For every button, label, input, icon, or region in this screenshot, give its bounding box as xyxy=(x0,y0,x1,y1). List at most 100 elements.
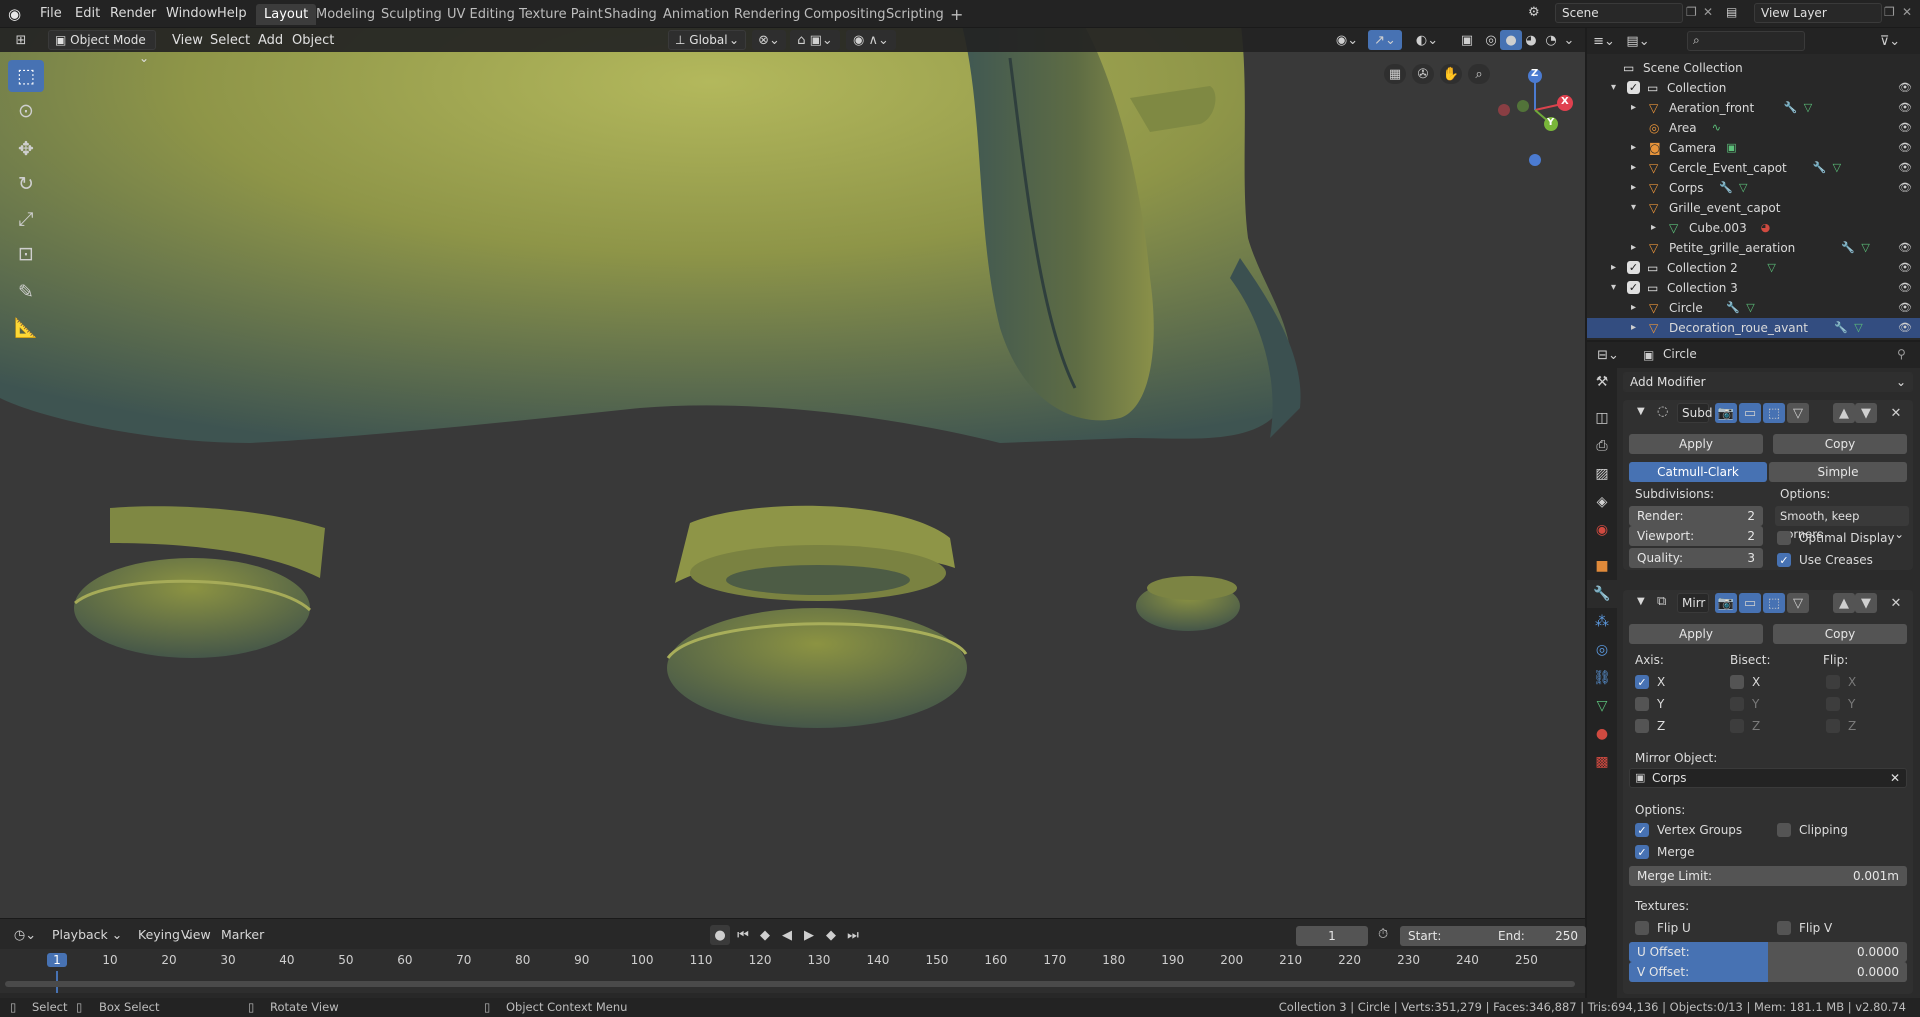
menu-edit[interactable]: Edit xyxy=(69,4,106,24)
outliner-row[interactable]: ▭ Scene Collection xyxy=(1587,58,1920,78)
output-tab-icon[interactable]: ⎙ xyxy=(1587,432,1617,460)
clipping-checkbox[interactable]: Clipping xyxy=(1777,822,1848,838)
transform-tool-icon[interactable]: ⊡ xyxy=(8,238,44,270)
flip-y-checkbox[interactable]: Y xyxy=(1826,696,1855,712)
flip-z-check[interactable] xyxy=(1826,719,1840,733)
viewport-menu-select[interactable]: Select xyxy=(204,31,256,51)
mirror-apply-button[interactable]: Apply xyxy=(1629,624,1763,644)
flip-z-checkbox[interactable]: Z xyxy=(1826,718,1856,734)
visibility-eye-icon[interactable]: 👁 xyxy=(1898,138,1912,158)
proportional-edit-icon[interactable]: ◉ ∧⌄ xyxy=(846,30,896,50)
modifier-icon[interactable]: 🔧 xyxy=(1719,178,1733,198)
overlays-icon[interactable]: ◐⌄ xyxy=(1410,30,1444,50)
move-down-icon[interactable]: ▼ xyxy=(1855,403,1877,423)
orientation-select[interactable]: ⊥ Global ⌄ xyxy=(668,30,746,50)
visibility-icon[interactable]: ◉⌄ xyxy=(1330,30,1364,50)
modifier-icon[interactable]: 🔧 xyxy=(1834,318,1848,338)
display-mode-icon[interactable]: ▤⌄ xyxy=(1626,31,1649,51)
navigation-gizmo[interactable]: Z X Y xyxy=(1490,62,1580,172)
viewport-menu-add[interactable]: Add xyxy=(252,31,289,51)
visibility-eye-icon[interactable]: 👁 xyxy=(1898,78,1912,98)
view-layer-icon[interactable]: ▤ xyxy=(1726,5,1737,19)
render-levels-field[interactable]: Render: 2 xyxy=(1629,506,1763,526)
filter-icon[interactable]: ⊽⌄ xyxy=(1875,31,1905,51)
v-offset-field[interactable]: V Offset: 0.0000 xyxy=(1629,962,1907,982)
xray-icon[interactable]: ▣ xyxy=(1456,30,1478,50)
flip-u-check[interactable] xyxy=(1635,921,1649,935)
flip-x-check[interactable] xyxy=(1826,675,1840,689)
render-tab-icon[interactable]: ◫ xyxy=(1587,404,1617,432)
menu-help[interactable]: Help xyxy=(211,4,253,24)
quality-field[interactable]: Quality: 3 xyxy=(1629,548,1763,568)
gizmo-toggle-icon[interactable]: ↗⌄ xyxy=(1368,30,1402,50)
tool-tab-icon[interactable]: ⚒ xyxy=(1587,368,1617,396)
mesh-data-icon[interactable]: ▽ xyxy=(1804,98,1812,118)
visibility-eye-icon[interactable]: 👁 xyxy=(1898,238,1912,258)
viewport-menu-view[interactable]: View xyxy=(166,31,209,51)
jump-start-icon[interactable]: ⏮ xyxy=(734,925,752,945)
end-frame-field[interactable]: End: 250 xyxy=(1490,926,1586,946)
next-keyframe-icon[interactable]: ◆ xyxy=(822,925,840,945)
modifier-icon[interactable]: 🔧 xyxy=(1726,298,1740,318)
outliner-search-input[interactable] xyxy=(1687,31,1805,51)
remove-modifier-icon[interactable]: ✕ xyxy=(1885,403,1907,423)
viewport-levels-field[interactable]: Viewport: 2 xyxy=(1629,526,1763,546)
editor-type-icon[interactable]: ⊞ xyxy=(10,30,32,50)
view-layer-tab-icon[interactable]: ▨ xyxy=(1587,460,1617,488)
shading-options-icon[interactable]: ⌄ xyxy=(1560,30,1578,50)
bisect-y-checkbox[interactable]: Y xyxy=(1730,696,1759,712)
wireframe-shading-icon[interactable]: ◎ xyxy=(1480,30,1502,50)
merge-checkbox[interactable]: ✓ Merge xyxy=(1635,844,1694,860)
snap-icon[interactable]: ⌂ ▣⌄ xyxy=(790,30,840,50)
modifier-icon[interactable]: 🔧 xyxy=(1841,238,1855,258)
simple-button[interactable]: Simple xyxy=(1769,462,1907,482)
outliner-row[interactable]: ▸ ▽ Corps 🔧 ▽ 👁 xyxy=(1587,178,1920,198)
scene-tab-icon[interactable]: ◈ xyxy=(1587,488,1617,516)
timeline-menu-view[interactable]: View xyxy=(181,927,211,942)
zoom-icon[interactable]: ⌕ xyxy=(1468,64,1490,84)
measure-tool-icon[interactable]: 📐 xyxy=(8,311,44,343)
camera-data-icon[interactable]: ▣ xyxy=(1726,138,1736,158)
grid-view-icon[interactable]: ▦ xyxy=(1384,64,1406,84)
expand-arrow-icon[interactable]: ▸ xyxy=(1611,258,1616,278)
jump-end-icon[interactable]: ⏭ xyxy=(844,925,862,945)
render-toggle-icon[interactable]: 📷 xyxy=(1715,593,1737,613)
visibility-eye-icon[interactable]: 👁 xyxy=(1898,278,1912,298)
bisect-z-checkbox[interactable]: Z xyxy=(1730,718,1760,734)
annotate-tool-icon[interactable]: ✎ xyxy=(8,276,44,308)
outliner-row[interactable]: ▾ ✓ ▭ Collection 3 👁 xyxy=(1587,278,1920,298)
mode-select[interactable]: ▣ Object Mode ⌄ xyxy=(48,30,156,65)
mesh-data-icon[interactable]: ▽ xyxy=(1854,318,1862,338)
visibility-eye-icon[interactable]: 👁 xyxy=(1898,178,1912,198)
editmode-toggle-icon[interactable]: ⬚ xyxy=(1763,593,1785,613)
prev-keyframe-icon[interactable]: ◆ xyxy=(756,925,774,945)
add-workspace-button[interactable]: + xyxy=(942,4,971,25)
timeline-menu-marker[interactable]: Marker xyxy=(221,927,264,942)
scene-copy-icon[interactable]: ❐ xyxy=(1686,5,1697,19)
timeline-menu-playback[interactable]: Playback ⌄ xyxy=(52,927,122,942)
flip-v-checkbox[interactable]: Flip V xyxy=(1777,920,1832,936)
modifier-icon[interactable]: 🔧 xyxy=(1813,158,1827,178)
expand-arrow-icon[interactable]: ▸ xyxy=(1631,298,1636,318)
cage-toggle-icon[interactable]: ▽ xyxy=(1787,403,1809,423)
collapse-chevron-icon[interactable]: ▼ xyxy=(1637,596,1645,607)
material-icon[interactable]: ◕ xyxy=(1761,218,1771,238)
axis-z-check[interactable] xyxy=(1635,719,1649,733)
outliner-row[interactable]: ◎ Area ∿ 👁 xyxy=(1587,118,1920,138)
tab-animation[interactable]: Animation xyxy=(655,4,737,25)
timeline-editor-type-icon[interactable]: ◷⌄ xyxy=(10,925,40,945)
preview-range-icon[interactable]: ⏱ xyxy=(1378,927,1388,942)
merge-limit-field[interactable]: Merge Limit: 0.001m xyxy=(1629,866,1907,886)
outliner-row[interactable]: ▸ ▽ Petite_grille_aeration 🔧 ▽ 👁 xyxy=(1587,238,1920,258)
current-frame-field[interactable]: 1 xyxy=(1296,926,1368,946)
collection-enable-check[interactable]: ✓ xyxy=(1627,261,1640,274)
object-tab-icon[interactable]: ■ xyxy=(1587,552,1617,580)
viewport-toggle-icon[interactable]: ▭ xyxy=(1739,593,1761,613)
visibility-eye-icon[interactable]: 👁 xyxy=(1898,298,1912,318)
outliner-row[interactable]: ▸ ✓ ▭ Collection 2 ▽ 👁 xyxy=(1587,258,1920,278)
particles-tab-icon[interactable]: ⁂ xyxy=(1587,608,1617,636)
pivot-icon[interactable]: ⊗⌄ xyxy=(752,30,786,50)
mirror-copy-button[interactable]: Copy xyxy=(1773,624,1907,644)
add-modifier-dropdown[interactable]: Add Modifier ⌄ xyxy=(1623,372,1913,392)
mesh-data-icon[interactable]: ▽ xyxy=(1739,178,1747,198)
